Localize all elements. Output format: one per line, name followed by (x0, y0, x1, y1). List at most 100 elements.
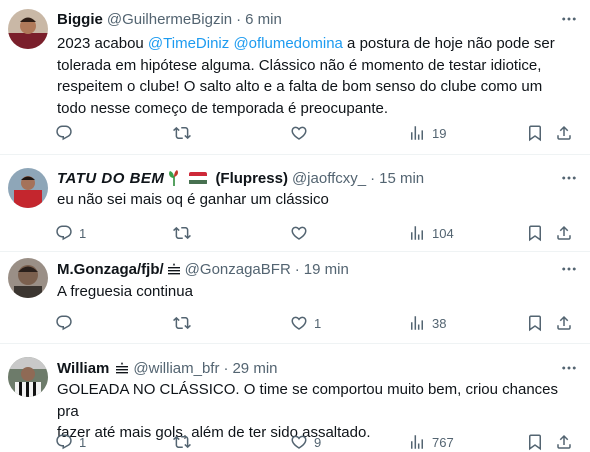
share-button[interactable] (555, 121, 573, 145)
mention-link[interactable]: @TimeDiniz (148, 35, 229, 52)
avatar[interactable] (8, 9, 48, 49)
like-button[interactable]: 9 (290, 430, 321, 452)
views-chart-icon (408, 224, 426, 242)
display-name[interactable]: Biggie (57, 11, 103, 28)
plant-emoji-icon (167, 170, 181, 186)
reply-count: 1 (79, 225, 87, 241)
heart-icon (290, 224, 308, 242)
like-button[interactable] (290, 121, 314, 145)
views-button[interactable]: 19 (408, 121, 446, 145)
reply-icon (55, 224, 73, 242)
view-count: 19 (432, 125, 447, 141)
tweet-1[interactable]: Biggie @GuilhermeBigzin · 6 min 2023 aca… (0, 0, 590, 155)
user-handle[interactable]: @william_bfr (133, 360, 219, 377)
bookmark-button[interactable] (526, 121, 544, 145)
tweet-text: eu não sei mais oq é ganhar um clássico (57, 191, 329, 208)
bookmark-icon (526, 314, 544, 332)
bookmark-button[interactable] (526, 221, 544, 245)
views-button[interactable]: 104 (408, 221, 454, 245)
bookmark-button[interactable] (526, 430, 544, 452)
tweet-text: 2023 acabou @TimeDiniz @oflumedomina a p… (57, 33, 582, 119)
pilots-emoji-icon (115, 362, 129, 374)
avatar-image (8, 357, 48, 397)
views-chart-icon (408, 433, 426, 451)
more-icon[interactable] (558, 259, 580, 279)
user-handle[interactable]: @GuilhermeBigzin (107, 11, 232, 28)
views-button[interactable]: 38 (408, 311, 446, 335)
like-button[interactable] (290, 221, 314, 245)
tweet-4[interactable]: William @william_bfr · 29 min GOLEADA NO… (0, 344, 590, 452)
share-button[interactable] (555, 430, 573, 452)
avatar[interactable] (8, 357, 48, 397)
heart-icon (290, 314, 308, 332)
share-button[interactable] (555, 311, 573, 335)
user-handle[interactable]: @jaoffcxy_ (292, 170, 366, 187)
retweet-button[interactable] (173, 121, 197, 145)
avatar[interactable] (8, 168, 48, 208)
separator-dot: · (223, 359, 229, 377)
timestamp[interactable]: 29 min (232, 360, 277, 377)
views-button[interactable]: 767 (408, 430, 454, 452)
display-name[interactable]: TATU DO BEM (57, 170, 164, 187)
share-button[interactable] (555, 221, 573, 245)
bookmark-icon (526, 224, 544, 242)
reply-icon (55, 433, 73, 451)
display-name[interactable]: William (57, 360, 109, 377)
tweet-text-segment: 2023 acabou (57, 35, 148, 52)
avatar[interactable] (8, 258, 48, 298)
timestamp[interactable]: 19 min (304, 261, 349, 278)
retweet-icon (173, 314, 191, 332)
reply-button[interactable] (55, 121, 79, 145)
tweet-3[interactable]: M.Gonzaga/fjb/ @GonzagaBFR · 19 min A fr… (0, 252, 590, 344)
heart-icon (290, 124, 308, 142)
more-icon[interactable] (558, 358, 580, 378)
reply-button[interactable]: 1 (55, 430, 86, 452)
display-name-suffix[interactable]: (Flupress) (215, 170, 288, 187)
reply-count: 1 (79, 434, 87, 450)
reply-button[interactable] (55, 311, 79, 335)
more-icon[interactable] (558, 168, 580, 188)
share-icon (555, 124, 573, 142)
bookmark-icon (526, 124, 544, 142)
timestamp[interactable]: 6 min (245, 11, 282, 28)
avatar-image (8, 9, 48, 49)
tweet-text: A freguesia continua (57, 283, 193, 300)
share-icon (555, 314, 573, 332)
retweet-icon (173, 433, 191, 451)
reply-icon (55, 314, 73, 332)
retweet-icon (173, 124, 191, 142)
view-count: 104 (432, 225, 454, 241)
avatar-image (8, 168, 48, 208)
reply-icon (55, 124, 73, 142)
timestamp[interactable]: 15 min (379, 170, 424, 187)
user-handle[interactable]: @GonzagaBFR (185, 261, 291, 278)
retweet-button[interactable] (173, 311, 197, 335)
share-icon (555, 433, 573, 451)
view-count: 38 (432, 315, 447, 331)
avatar-image (8, 258, 48, 298)
tweet-text-line: respeitem o clube! O salto alto e a falt… (57, 78, 543, 95)
more-icon[interactable] (558, 9, 580, 29)
display-name[interactable]: M.Gonzaga/fjb/ (57, 261, 164, 278)
bookmark-icon (526, 433, 544, 451)
like-count: 1 (314, 315, 322, 331)
separator-dot: · (294, 260, 300, 278)
tweet-text-line: GOLEADA NO CLÁSSICO. O time se comportou… (57, 381, 559, 420)
view-count: 767 (432, 434, 454, 450)
heart-icon (290, 433, 308, 451)
bookmark-button[interactable] (526, 311, 544, 335)
mention-link[interactable]: @oflumedomina (233, 35, 342, 52)
separator-dot: · (370, 169, 376, 187)
pilots-emoji-icon (167, 263, 181, 275)
retweet-button[interactable] (173, 430, 197, 452)
retweet-button[interactable] (173, 221, 197, 245)
like-count: 9 (314, 434, 322, 450)
views-chart-icon (408, 314, 426, 332)
tweet-2[interactable]: TATU DO BEM (Flupress) @jaoffcxy_ · 15 m… (0, 155, 590, 252)
tweet-text-line: todo nesse começo de temporada é preocup… (57, 99, 389, 117)
share-icon (555, 224, 573, 242)
like-button[interactable]: 1 (290, 311, 321, 335)
reply-button[interactable]: 1 (55, 221, 86, 245)
views-chart-icon (408, 124, 426, 142)
retweet-icon (173, 224, 191, 242)
